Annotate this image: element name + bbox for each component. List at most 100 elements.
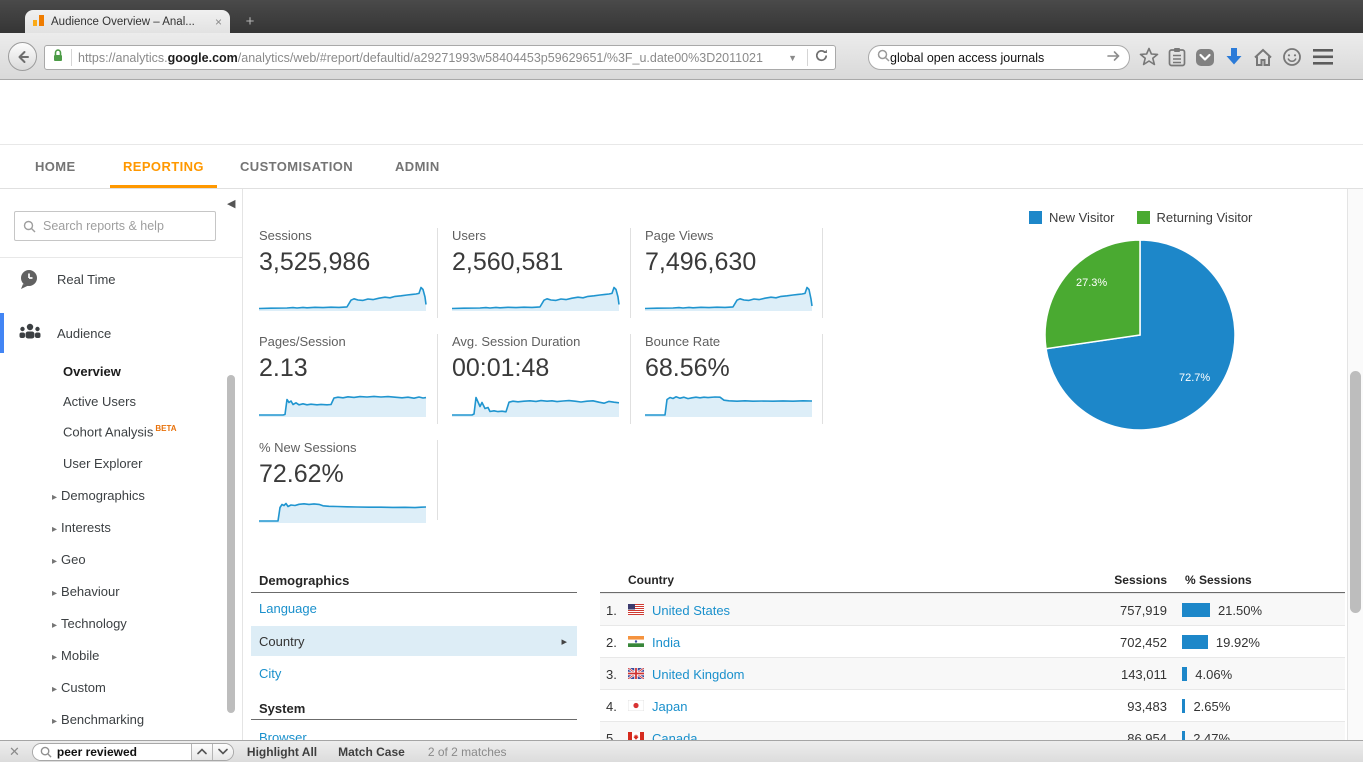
back-button[interactable] [8, 42, 37, 71]
chevron-right-icon: ▸ [52, 652, 57, 663]
sidebar-item-user-explorer[interactable]: User Explorer [63, 456, 142, 472]
demographics-link-city[interactable]: City [259, 666, 281, 681]
sidebar-search-input[interactable] [43, 219, 207, 233]
url-divider [71, 49, 72, 66]
country-link[interactable]: United Kingdom [652, 667, 745, 682]
col-sessions: Sessions [1114, 573, 1167, 587]
tab-close-icon[interactable]: × [215, 15, 222, 29]
reload-icon[interactable] [814, 48, 829, 68]
system-link-browser[interactable]: Browser [259, 730, 307, 740]
metric-card-avg-session-duration: Avg. Session Duration 00:01:48 [452, 334, 630, 417]
sidebar-divider [0, 257, 243, 258]
find-next-button[interactable] [212, 744, 233, 760]
demographics-link-country-selected[interactable]: Country ▸ [251, 626, 577, 656]
sidebar-item-active-users[interactable]: Active Users [63, 394, 136, 410]
url-dropdown-icon[interactable]: ▼ [788, 53, 797, 63]
sidebar-search[interactable] [14, 211, 216, 241]
sidebar-item-mobile[interactable]: ▸Mobile [52, 648, 99, 663]
browser-search-bar[interactable] [868, 45, 1130, 70]
find-input[interactable] [57, 745, 175, 759]
demographics-link-language[interactable]: Language [259, 601, 317, 616]
bookmarks-list-icon[interactable] [1166, 46, 1188, 68]
menu-hamburger-icon[interactable] [1312, 46, 1334, 68]
demographics-rule [251, 592, 577, 593]
sidebar: ◀ Real Time Audience Overview Active Use… [0, 189, 243, 740]
chevron-right-icon: ▸ [561, 635, 567, 648]
downloads-icon[interactable] [1223, 46, 1245, 68]
sidebar-item-real-time[interactable]: Real Time [0, 265, 243, 293]
pie-label-new: 72.7% [1179, 372, 1210, 384]
card-divider [630, 334, 631, 424]
nav-customisation[interactable]: CUSTOMISATION [240, 159, 353, 174]
sidebar-item-custom[interactable]: ▸Custom [52, 680, 106, 695]
find-input-wrap[interactable] [33, 744, 191, 760]
browser-search-input[interactable] [890, 51, 1107, 65]
search-icon [23, 220, 36, 233]
hello-chat-icon[interactable] [1281, 46, 1303, 68]
search-icon [877, 49, 890, 67]
sidebar-item-overview[interactable]: Overview [63, 364, 121, 380]
new-sessions-sparkline [259, 495, 429, 523]
match-case-button[interactable]: Match Case [338, 745, 405, 759]
sidebar-item-benchmarking[interactable]: ▸Benchmarking [52, 712, 144, 727]
table-row: 2. India 702,452 19.92% [600, 625, 1345, 657]
visitor-pie-chart[interactable]: 27.3% 72.7% [1040, 235, 1240, 435]
sidebar-collapse-icon[interactable]: ◀ [227, 197, 235, 210]
analytics-nav: HOME REPORTING CUSTOMISATION ADMIN [0, 145, 1363, 189]
find-bar: ✕ Highlight All Match Case 2 of 2 matche… [0, 740, 1363, 762]
url-text: https://analytics.google.com/analytics/w… [78, 51, 784, 65]
card-divider [822, 228, 823, 318]
pocket-icon[interactable] [1194, 46, 1216, 68]
sidebar-item-interests[interactable]: ▸Interests [52, 520, 111, 535]
sidebar-item-geo[interactable]: ▸Geo [52, 552, 86, 567]
url-divider2 [807, 49, 808, 66]
country-link[interactable]: United States [652, 603, 730, 618]
legend-returning-visitor: Returning Visitor [1137, 210, 1253, 225]
chevron-right-icon: ▸ [52, 588, 57, 599]
analytics-header: www.omicsgroup.org www.omicsgroup.org ▾ … [0, 80, 1363, 145]
find-close-icon[interactable]: ✕ [9, 745, 20, 758]
india-flag-icon [628, 636, 644, 647]
pages-session-sparkline [259, 389, 429, 417]
browser-toolbar: https://analytics.google.com/analytics/w… [0, 33, 1363, 80]
uk-flag-icon [628, 668, 644, 679]
page-scrollbar-thumb[interactable] [1350, 371, 1361, 613]
sidebar-item-behaviour[interactable]: ▸Behaviour [52, 584, 120, 599]
highlight-all-button[interactable]: Highlight All [247, 745, 317, 759]
users-sparkline [452, 283, 622, 311]
browser-tab[interactable]: Audience Overview – Anal... × [25, 10, 230, 33]
sidebar-item-demographics[interactable]: ▸Demographics [52, 488, 145, 503]
chevron-right-icon: ▸ [52, 716, 57, 727]
demographics-heading: Demographics [259, 573, 349, 588]
screen: Audience Overview – Anal... × + https://… [0, 0, 1363, 762]
table-row: 1. United States 757,919 21.50% [600, 593, 1345, 625]
country-link[interactable]: Japan [652, 699, 687, 714]
search-go-icon[interactable] [1107, 49, 1121, 67]
bookmark-star-icon[interactable] [1138, 46, 1160, 68]
country-link[interactable]: India [652, 635, 680, 650]
find-previous-button[interactable] [191, 744, 212, 760]
sidebar-item-technology[interactable]: ▸Technology [52, 616, 127, 631]
pct-bar [1182, 635, 1208, 649]
home-icon[interactable] [1252, 46, 1274, 68]
url-bar[interactable]: https://analytics.google.com/analytics/w… [44, 45, 836, 70]
card-divider [437, 440, 438, 520]
nav-reporting[interactable]: REPORTING [123, 159, 204, 174]
page-scrollbar[interactable] [1347, 189, 1363, 740]
canada-flag-icon [628, 732, 644, 740]
nav-home[interactable]: HOME [35, 159, 76, 174]
table-row: 4. Japan 93,483 2.65% [600, 689, 1345, 721]
legend-new-visitor: New Visitor [1029, 210, 1115, 225]
sidebar-item-cohort-analysis[interactable]: Cohort AnalysisBETA [63, 424, 177, 440]
sidebar-item-audience[interactable]: Audience [0, 319, 243, 347]
nav-admin[interactable]: ADMIN [395, 159, 440, 174]
metric-card-bounce-rate: Bounce Rate 68.56% [645, 334, 823, 417]
country-link[interactable]: Canada [652, 731, 698, 740]
sidebar-scrollbar-thumb[interactable] [227, 375, 235, 713]
lock-icon [51, 48, 65, 68]
new-tab-button[interactable]: + [237, 12, 263, 31]
pct-bar [1182, 603, 1210, 617]
metric-card-pct-new-sessions: % New Sessions 72.62% [259, 440, 437, 523]
pct-bar [1182, 699, 1185, 713]
card-divider [437, 334, 438, 424]
